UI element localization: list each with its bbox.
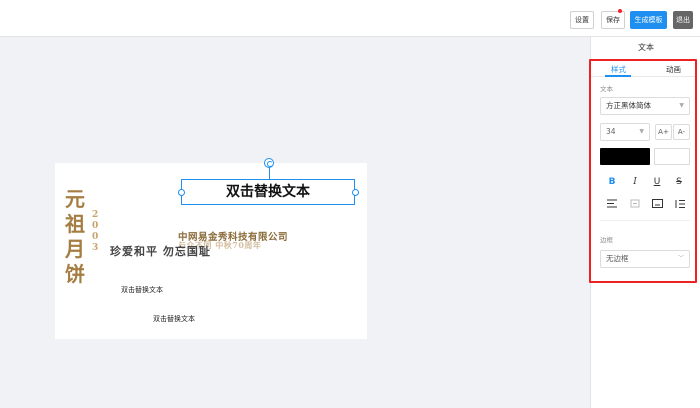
highlight-frame (589, 59, 697, 283)
gold-year[interactable]: 2003 (92, 210, 101, 254)
selection-box (181, 179, 355, 205)
settings-button[interactable]: 设置 (570, 11, 594, 29)
panel-title: 文本 (638, 43, 654, 52)
gold-calligraphy-title[interactable]: 元祖月饼 (65, 187, 91, 287)
motto-text[interactable]: 珍爱和平 勿忘国耻 (110, 243, 211, 259)
save-label: 保存 (606, 16, 620, 24)
resize-handle-right[interactable] (351, 188, 359, 196)
rotate-handle-icon[interactable] (264, 158, 274, 168)
small-text-1[interactable]: 双击替换文本 (121, 285, 163, 295)
small-text-2[interactable]: 双击替换文本 (153, 314, 195, 324)
rotate-stem (268, 168, 270, 179)
top-toolbar: 设置 保存 生成模板 退出 (0, 0, 700, 37)
save-button[interactable]: 保存 (601, 9, 625, 29)
generate-template-button[interactable]: 生成模板 (630, 11, 667, 29)
gold-big-chars: 元祖月饼 (65, 187, 85, 286)
resize-handle-left[interactable] (177, 188, 185, 196)
exit-button[interactable]: 退出 (673, 11, 693, 29)
unsaved-dot-icon (618, 9, 622, 13)
